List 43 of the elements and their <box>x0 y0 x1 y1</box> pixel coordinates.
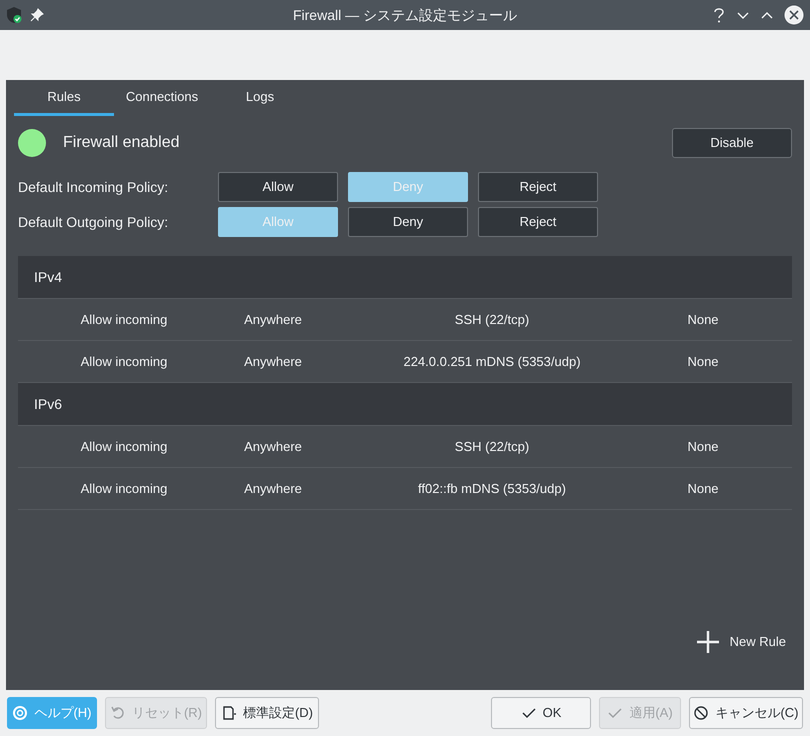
shield-icon <box>6 6 22 24</box>
undo-icon <box>110 705 126 721</box>
cancel-icon <box>693 705 710 721</box>
lifebuoy-icon <box>12 705 28 721</box>
plus-icon <box>696 630 720 654</box>
table-cell-text: None <box>686 480 720 498</box>
table-cell-text: Anywhere <box>243 352 303 371</box>
disable-button[interactable]: Disable <box>672 128 792 158</box>
table-cell-text: Allow incoming <box>80 438 168 456</box>
table-cell-text: ff02::fb mDNS (5353/udp) <box>417 480 567 498</box>
pin-icon[interactable] <box>30 8 44 22</box>
tab[interactable]: Logs <box>210 80 310 116</box>
ok-button[interactable]: OK <box>491 697 591 729</box>
section-title: IPv6 <box>34 394 62 414</box>
window-title: Firewall — システム設定モジュール <box>292 6 517 24</box>
status-label: Firewall enabled <box>63 133 180 153</box>
table-cell-text: 224.0.0.251 mDNS (5353/udp) <box>402 352 582 371</box>
table-cell-text: Anywhere <box>243 310 303 329</box>
new-rule-button[interactable]: New Rule <box>696 630 786 654</box>
table-cell-text: None <box>686 438 720 456</box>
policy-label: Default Incoming Policy: <box>18 178 170 197</box>
policy-option[interactable]: Reject <box>478 207 598 237</box>
defaults-button[interactable]: 標準設定(D) <box>215 697 319 729</box>
table-cell-text: SSH (22/tcp) <box>454 438 530 456</box>
document-icon <box>220 705 237 721</box>
tab[interactable]: Rules <box>14 80 114 116</box>
policy-option[interactable]: Reject <box>478 172 598 202</box>
table-cell-text: Allow incoming <box>80 480 168 498</box>
table-cell-text: None <box>686 352 720 371</box>
close-icon[interactable] <box>784 5 804 25</box>
table-cell-text: None <box>686 310 720 329</box>
policy-label: Default Outgoing Policy: <box>18 212 170 232</box>
help-icon[interactable] <box>712 7 726 23</box>
policy-option[interactable]: Deny <box>348 207 468 237</box>
policy-option[interactable]: Allow <box>218 172 338 202</box>
table-cell-text: Anywhere <box>243 438 303 456</box>
tab[interactable]: Connections <box>114 80 210 116</box>
table-cell-text: Anywhere <box>243 480 303 498</box>
section-title: IPv4 <box>34 268 62 286</box>
table-cell-text: Allow incoming <box>80 352 168 371</box>
table-cell-text: Allow incoming <box>80 310 168 329</box>
table-cell-text: SSH (22/tcp) <box>454 310 530 329</box>
cancel-button[interactable]: キャンセル(C) <box>689 697 803 729</box>
